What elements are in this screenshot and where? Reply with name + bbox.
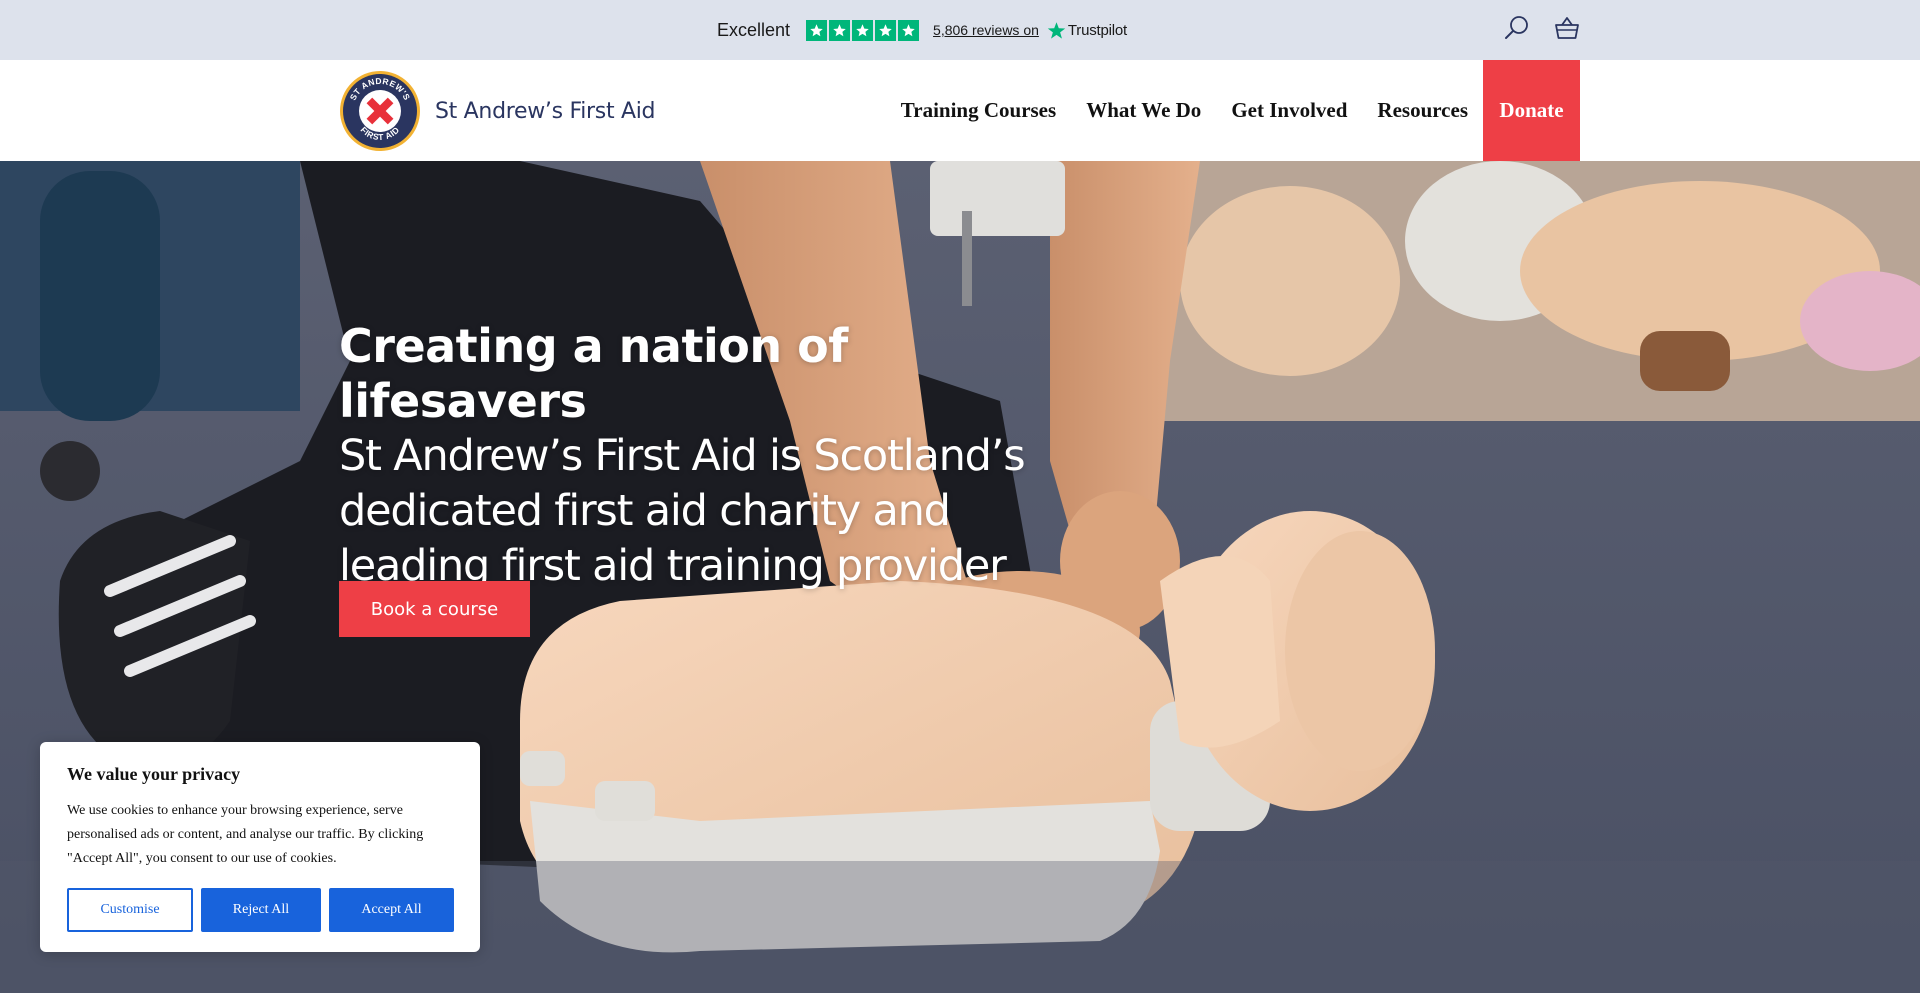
accept-all-button[interactable]: Accept All <box>329 888 454 932</box>
cookie-consent-banner: We value your privacy We use cookies to … <box>40 742 480 952</box>
trustpilot-bar: Excellent 5,806 reviews on Trustpilot <box>0 0 1920 60</box>
nav-get-involved[interactable]: Get Involved <box>1231 98 1347 123</box>
utility-icons <box>1503 14 1581 42</box>
star-icon <box>806 19 828 41</box>
cookie-banner-text: We use cookies to enhance your browsing … <box>67 803 424 866</box>
customise-button[interactable]: Customise <box>67 888 193 932</box>
star-icon <box>875 19 897 41</box>
hero-title: Creating a nation of lifesavers <box>339 319 848 429</box>
cookie-actions: Customise Reject All Accept All <box>67 888 454 932</box>
nav-what-we-do[interactable]: What We Do <box>1086 98 1201 123</box>
main-nav: Training Courses What We Do Get Involved… <box>871 60 1580 161</box>
trustpilot-stars <box>806 19 921 41</box>
hero-subtitle: St Andrew’s First Aid is Scotland’s dedi… <box>339 431 1026 592</box>
reject-all-button[interactable]: Reject All <box>201 888 321 932</box>
site-name: St Andrew’s First Aid <box>435 98 656 124</box>
book-course-button[interactable]: Book a course <box>339 581 530 637</box>
nav-resources[interactable]: Resources <box>1377 98 1468 123</box>
trustpilot-star-icon <box>1047 21 1066 39</box>
site-header: ST ANDREW'S FIRST AID St Andrew’s First … <box>0 60 1920 161</box>
cookie-banner-title: We value your privacy <box>67 764 241 784</box>
star-icon <box>852 19 874 41</box>
star-icon <box>898 19 920 41</box>
donate-button[interactable]: Donate <box>1483 60 1580 161</box>
trustpilot-rating-label: Excellent <box>717 19 791 40</box>
trustpilot-brand-text: Trustpilot <box>1067 21 1128 39</box>
search-icon[interactable] <box>1503 14 1531 42</box>
st-andrews-badge-logo: ST ANDREW'S FIRST AID <box>340 71 420 151</box>
hero-text: Creating a nation of lifesavers St Andre… <box>339 319 1079 594</box>
trustpilot-widget[interactable]: Excellent 5,806 reviews on Trustpilot <box>717 17 1127 43</box>
star-icon <box>829 19 851 41</box>
basket-icon[interactable] <box>1553 14 1581 42</box>
trustpilot-reviews-link[interactable]: 5,806 reviews on <box>933 22 1039 38</box>
site-logo-link[interactable]: ST ANDREW'S FIRST AID St Andrew’s First … <box>339 70 656 152</box>
nav-training-courses[interactable]: Training Courses <box>901 98 1056 123</box>
trustpilot-logo[interactable]: Trustpilot <box>1047 21 1127 40</box>
